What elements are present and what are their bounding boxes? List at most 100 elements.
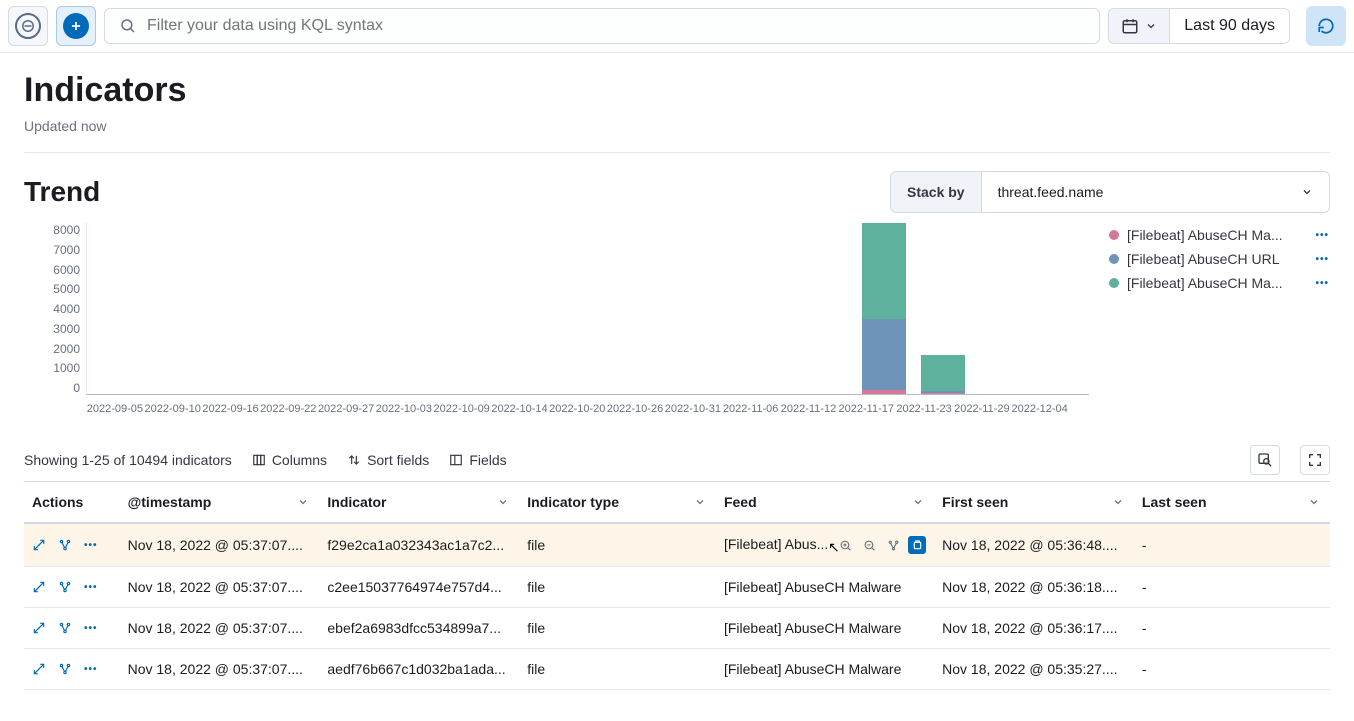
col-first-seen[interactable]: First seen — [934, 482, 1134, 524]
cell-feed: [Filebeat] AbuseCH Malware — [716, 649, 934, 690]
cell-first-seen: Nov 18, 2022 @ 05:36:18.... — [934, 567, 1134, 608]
search-icon — [119, 17, 137, 35]
cell-indicator: c2ee15037764974e757d4... — [319, 567, 519, 608]
more-icon[interactable]: ••• — [84, 582, 98, 593]
fields-icon — [449, 453, 463, 467]
more-icon[interactable]: ••• — [1315, 254, 1329, 265]
filter-for-icon[interactable] — [836, 536, 854, 554]
indicators-table: Actions @timestamp Indicator Indicator t… — [24, 481, 1330, 690]
col-feed[interactable]: Feed — [716, 482, 934, 524]
cell-type: file — [519, 608, 716, 649]
stack-by-control: Stack by threat.feed.name — [890, 171, 1330, 213]
sort-icon — [347, 453, 361, 467]
updated-status: Updated now — [24, 118, 1330, 134]
table-row[interactable]: ••• Nov 18, 2022 @ 05:37:07.... c2ee1503… — [24, 567, 1330, 608]
sort-fields-button[interactable]: Sort fields — [347, 452, 429, 468]
chevron-down-icon — [1308, 496, 1320, 508]
chevron-down-icon — [497, 496, 509, 508]
cell-first-seen: Nov 18, 2022 @ 05:36:17.... — [934, 608, 1134, 649]
search-input[interactable] — [147, 17, 1085, 35]
cell-type: file — [519, 649, 716, 690]
legend-item[interactable]: [Filebeat] AbuseCH Ma...••• — [1109, 227, 1329, 243]
stack-by-select[interactable]: threat.feed.name — [982, 172, 1329, 212]
col-actions[interactable]: Actions — [24, 482, 120, 524]
legend-swatch — [1109, 230, 1119, 240]
table-row[interactable]: ••• Nov 18, 2022 @ 05:37:07.... aedf76b6… — [24, 649, 1330, 690]
cell-last-seen: - — [1134, 523, 1330, 567]
cell-indicator: f29e2ca1a032343ac1a7c2... — [319, 523, 519, 567]
add-to-case-icon[interactable] — [908, 536, 926, 554]
inspect-button[interactable] — [1250, 445, 1280, 475]
search-bar[interactable] — [104, 8, 1100, 44]
fields-button[interactable]: Fields — [449, 452, 506, 468]
col-timestamp[interactable]: @timestamp — [120, 482, 320, 524]
chart-bar[interactable] — [921, 355, 965, 394]
table-row[interactable]: ••• Nov 18, 2022 @ 05:37:07.... ebef2a69… — [24, 608, 1330, 649]
filter-icon — [15, 13, 41, 39]
more-icon[interactable]: ••• — [1315, 230, 1329, 241]
cell-indicator: aedf76b667c1d032ba1ada... — [319, 649, 519, 690]
investigate-icon[interactable] — [884, 536, 902, 554]
cell-last-seen: - — [1134, 649, 1330, 690]
cell-timestamp: Nov 18, 2022 @ 05:37:07.... — [120, 608, 320, 649]
expand-icon[interactable] — [32, 662, 46, 676]
chart-legend: [Filebeat] AbuseCH Ma...••• [Filebeat] Ab… — [1109, 223, 1329, 423]
row-count: Showing 1-25 of 10494 indicators — [24, 452, 232, 468]
col-indicator-type[interactable]: Indicator type — [519, 482, 716, 524]
cell-timestamp: Nov 18, 2022 @ 05:37:07.... — [120, 649, 320, 690]
legend-item[interactable]: [Filebeat] AbuseCH URL••• — [1109, 251, 1329, 267]
expand-icon[interactable] — [32, 538, 46, 552]
cell-feed: [Filebeat] Abus... ↖ — [716, 523, 934, 567]
legend-swatch — [1109, 278, 1119, 288]
investigate-icon[interactable] — [58, 662, 72, 676]
cell-first-seen: Nov 18, 2022 @ 05:35:27.... — [934, 649, 1134, 690]
more-icon[interactable]: ••• — [1315, 278, 1329, 289]
date-picker[interactable]: Last 90 days — [1108, 8, 1290, 44]
chevron-down-icon — [912, 496, 924, 508]
expand-icon[interactable] — [32, 621, 46, 635]
more-icon[interactable]: ••• — [84, 623, 98, 634]
columns-icon — [252, 453, 266, 467]
cell-type: file — [519, 523, 716, 567]
col-indicator[interactable]: Indicator — [319, 482, 519, 524]
cell-type: file — [519, 567, 716, 608]
refresh-icon — [1317, 17, 1335, 35]
cell-last-seen: - — [1134, 567, 1330, 608]
cell-timestamp: Nov 18, 2022 @ 05:37:07.... — [120, 567, 320, 608]
investigate-icon[interactable] — [58, 580, 72, 594]
chevron-down-icon — [297, 496, 309, 508]
col-last-seen[interactable]: Last seen — [1134, 482, 1330, 524]
fullscreen-button[interactable] — [1300, 445, 1330, 475]
stack-by-value: threat.feed.name — [998, 184, 1104, 200]
columns-button[interactable]: Columns — [252, 452, 327, 468]
chart-bar[interactable] — [862, 223, 906, 394]
cell-feed: [Filebeat] AbuseCH Malware — [716, 567, 934, 608]
trend-title: Trend — [24, 176, 100, 208]
refresh-button[interactable] — [1306, 6, 1346, 46]
filter-out-icon[interactable] — [860, 536, 878, 554]
investigate-icon[interactable] — [58, 538, 72, 552]
date-picker-toggle[interactable] — [1109, 9, 1170, 43]
cell-first-seen: Nov 18, 2022 @ 05:36:48.... — [934, 523, 1134, 567]
more-icon[interactable]: ••• — [84, 540, 98, 551]
legend-swatch — [1109, 254, 1119, 264]
cell-feed: [Filebeat] AbuseCH Malware — [716, 608, 934, 649]
investigate-icon[interactable] — [58, 621, 72, 635]
chevron-down-icon — [694, 496, 706, 508]
chevron-down-icon — [1301, 186, 1313, 198]
legend-item[interactable]: [Filebeat] AbuseCH Ma...••• — [1109, 275, 1329, 291]
filter-toggle-button[interactable] — [8, 6, 48, 46]
expand-icon[interactable] — [32, 580, 46, 594]
plus-icon — [63, 13, 89, 39]
calendar-icon — [1121, 17, 1139, 35]
table-row[interactable]: ••• Nov 18, 2022 @ 05:37:07.... f29e2ca1… — [24, 523, 1330, 567]
cell-last-seen: - — [1134, 608, 1330, 649]
chevron-down-icon — [1145, 20, 1157, 32]
more-icon[interactable]: ••• — [84, 664, 98, 675]
trend-chart: 800070006000500040003000200010000 2022-0… — [24, 223, 1089, 423]
add-filter-button[interactable] — [56, 6, 96, 46]
cell-timestamp: Nov 18, 2022 @ 05:37:07.... — [120, 523, 320, 567]
page-title: Indicators — [24, 71, 1330, 110]
date-range-label[interactable]: Last 90 days — [1170, 9, 1289, 43]
stack-by-label: Stack by — [891, 172, 982, 212]
